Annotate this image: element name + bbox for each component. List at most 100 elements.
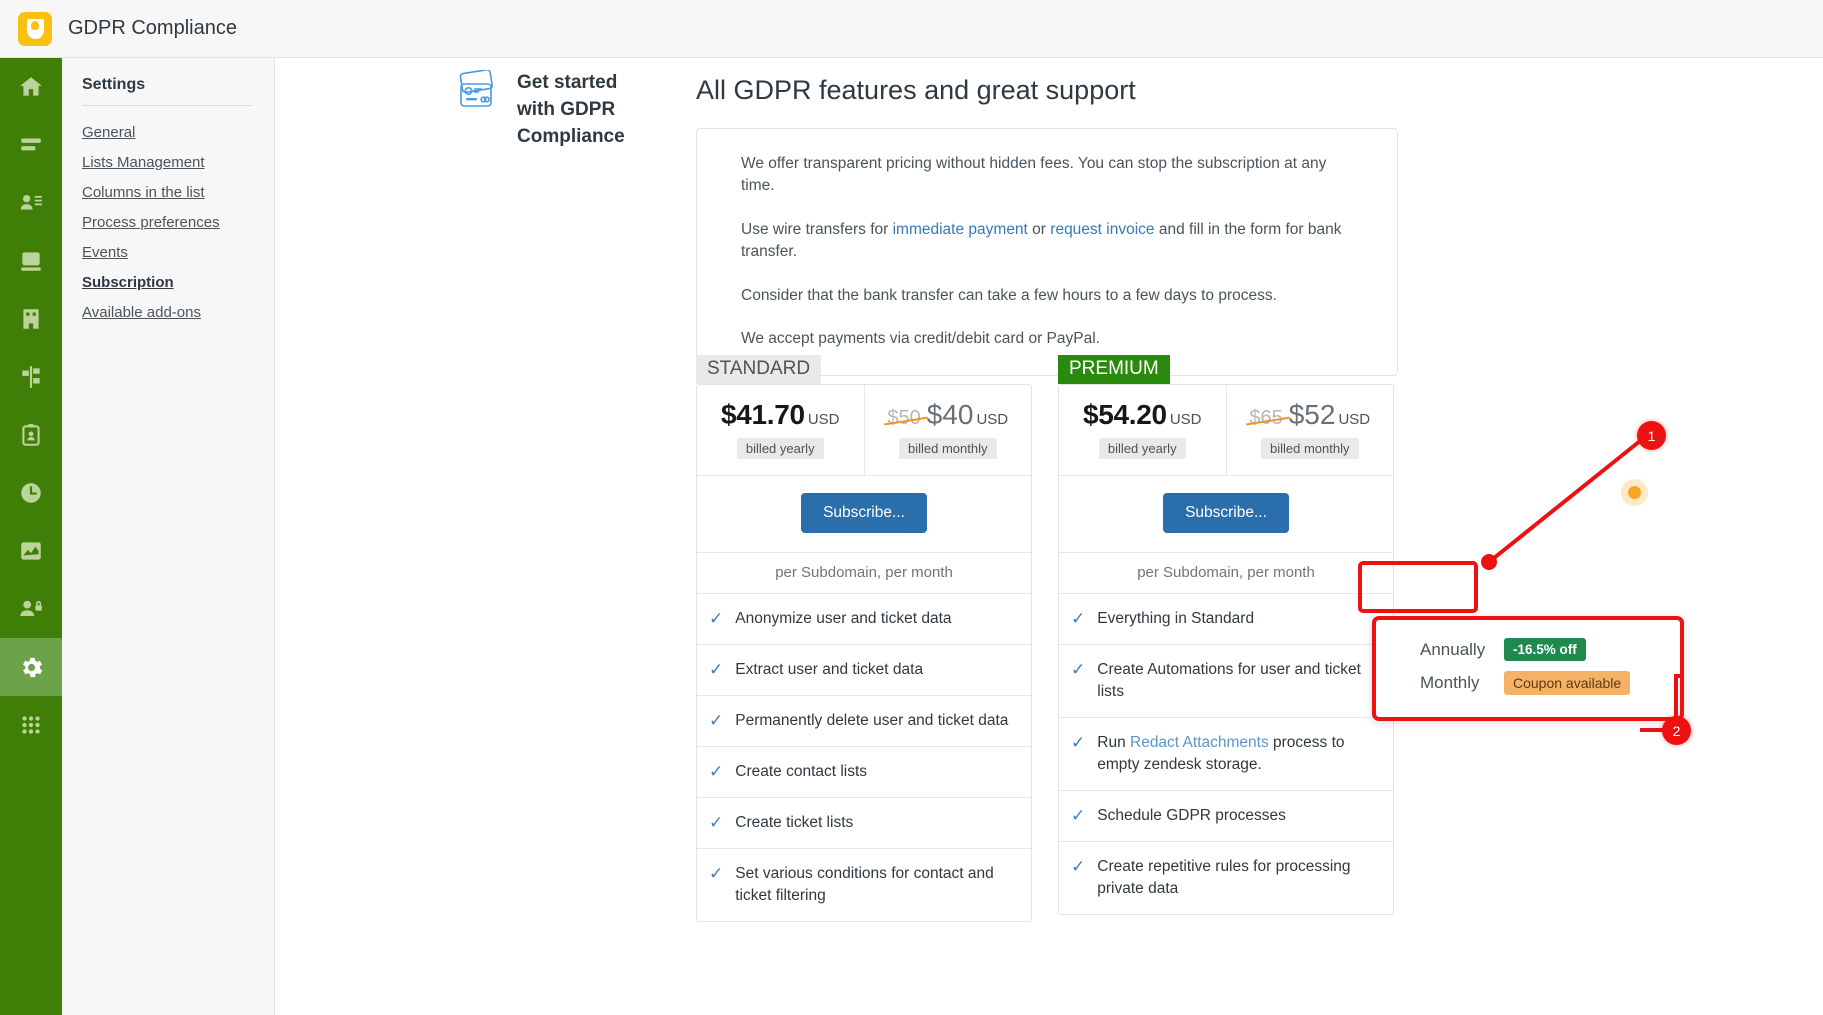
check-icon: ✓ — [709, 609, 724, 629]
clock-icon — [18, 480, 44, 506]
settings-link-subscription[interactable]: Subscription — [82, 274, 174, 291]
plan-premium-feature: ✓ Everything in Standard — [1059, 593, 1393, 644]
plan-standard-subscribe-row: Subscribe... — [697, 475, 1641, 552]
plan-standard-feature: ✓ Extract user and ticket data — [697, 644, 1031, 695]
pricing-info-box: We offer transparent pricing without hid… — [696, 128, 1398, 376]
info-p2-text-b: or — [1027, 220, 1051, 238]
plan-standard-monthly-amount: $40 — [926, 399, 974, 431]
settings-link-columns-in-the-list[interactable]: Columns in the list — [82, 184, 205, 201]
check-icon: ✓ — [1071, 806, 1086, 826]
settings-link-available-add-ons[interactable]: Available add-ons — [82, 304, 201, 321]
list-lines-icon — [18, 132, 44, 158]
plan-standard-feature: ✓ Create contact lists — [697, 746, 1031, 797]
check-icon: ✓ — [709, 711, 724, 731]
check-icon: ✓ — [709, 813, 724, 833]
flow-icon — [18, 364, 44, 390]
home-icon — [18, 74, 44, 100]
plan-premium-feature: ✓ Create Automations for user and ticket … — [1059, 644, 1393, 717]
plan-premium-monthly-amount: $52 — [1288, 399, 1336, 431]
nav-item-home[interactable] — [0, 58, 62, 116]
nav-item-reports[interactable] — [0, 522, 62, 580]
rail-spacer — [0, 754, 62, 1015]
plan-premium-price-row: $54.20 USD billed yearly $65 $52 USD billed… — [1059, 385, 1394, 476]
settings-link-events[interactable]: Events — [82, 244, 128, 261]
plan-premium-yearly-tag: billed yearly — [1098, 438, 1186, 460]
credit-cards-icon — [455, 68, 503, 119]
plan-standard-feature-text: Set various conditions for contact and t… — [735, 865, 994, 905]
plan-premium-feature-text-rich: Run Redact Attachments process to empty … — [1097, 732, 1379, 776]
nav-item-automations[interactable] — [0, 348, 62, 406]
nav-item-schedule[interactable] — [0, 464, 62, 522]
settings-sidebar: Settings General Lists Management Column… — [62, 58, 275, 1015]
info-paragraph-2: Use wire transfers for immediate payment… — [741, 219, 1363, 264]
nav-rail — [0, 58, 62, 1015]
plan-premium-feature: ✓ Create repetitive rules for processing … — [1059, 841, 1393, 914]
plan-premium-monthly-old-amount: $65 — [1249, 407, 1283, 430]
billing-option-annually[interactable]: Annually -16.5% off — [1376, 633, 1680, 666]
plan-standard: STANDARD $41.70 USD billed yearly $50 $40 U… — [696, 355, 1641, 923]
settings-link-process-preferences[interactable]: Process preferences — [82, 214, 220, 231]
annotation-marker-1: 1 — [1637, 421, 1666, 450]
plan-standard-yearly-price-cell: $41.70 USD billed yearly — [697, 385, 865, 476]
nav-item-database[interactable] — [0, 232, 62, 290]
plan-standard-monthly-tag: billed monthly — [899, 438, 997, 460]
settings-panel-title: Settings — [82, 76, 252, 106]
plan-premium-monthly-tag: billed monthly — [1261, 438, 1359, 460]
nav-item-privacy[interactable] — [0, 580, 62, 638]
plan-standard-subscribe-button[interactable]: Subscribe... — [801, 493, 927, 534]
monthly-coupon-badge: Coupon available — [1504, 671, 1631, 695]
plan-standard-feature-text: Extract user and ticket data — [735, 661, 924, 679]
check-icon: ✓ — [709, 762, 724, 782]
annotation-marker-2: 2 — [1662, 716, 1691, 745]
info-paragraph-4: We accept payments via credit/debit card… — [741, 330, 1100, 348]
nav-item-user-lists[interactable] — [0, 174, 62, 232]
plan-premium-subscribe-button[interactable]: Subscribe... — [1163, 493, 1289, 534]
check-icon: ✓ — [1071, 609, 1086, 629]
plan-standard-card: $41.70 USD billed yearly $50 $40 USD billed… — [696, 384, 1641, 923]
plan-premium-card: $54.20 USD billed yearly $65 $52 USD billed… — [1058, 384, 1394, 916]
info-p2-text-a: Use wire transfers for — [741, 220, 893, 238]
plan-premium-feature-text: Schedule GDPR processes — [1097, 807, 1286, 825]
plan-premium-subscribe-row: Subscribe... — [1059, 475, 1393, 552]
plan-standard-badge: STANDARD — [696, 355, 822, 385]
plan-standard-feature-text: Anonymize user and ticket data — [735, 610, 952, 628]
plan-standard-monthly-old-amount: $50 — [887, 407, 921, 430]
plan-standard-per-label: per Subdomain, per month — [697, 552, 1031, 593]
settings-link-general[interactable]: General — [82, 124, 135, 141]
plan-standard-subscribe-pulse-indicator — [1628, 486, 1641, 500]
database-icon — [18, 248, 44, 274]
nav-item-lists[interactable] — [0, 116, 62, 174]
settings-link-lists-management[interactable]: Lists Management — [82, 154, 205, 171]
plan-standard-feature: ✓ Anonymize user and ticket data — [697, 593, 1031, 644]
get-started-block[interactable]: Get started with GDPR Compliance — [455, 68, 670, 151]
plan-standard-yearly-currency: USD — [807, 411, 840, 429]
billing-option-monthly[interactable]: Monthly Coupon available — [1376, 666, 1680, 700]
plan-standard-feature-text: Permanently delete user and ticket data — [735, 712, 1009, 730]
plan-premium-yearly-price-cell: $54.20 USD billed yearly — [1059, 385, 1227, 476]
billing-period-dropdown-menu[interactable]: Annually -16.5% off Monthly Coupon avail… — [1372, 616, 1684, 721]
app-header: GDPR Compliance — [0, 0, 1823, 58]
plan-premium-feature-text: Create repetitive rules for processing p… — [1097, 858, 1351, 898]
user-lock-icon — [18, 596, 44, 622]
nav-item-apps[interactable] — [0, 696, 62, 754]
check-icon: ✓ — [1071, 660, 1086, 680]
nav-item-requests[interactable] — [0, 406, 62, 464]
plan-premium-monthly-price-cell: $65 $52 USD billed monthly — [1227, 385, 1394, 475]
request-invoice-link[interactable]: request invoice — [1050, 221, 1154, 238]
gear-icon — [18, 654, 45, 681]
info-paragraph-3: Consider that the bank transfer can take… — [741, 286, 1277, 304]
immediate-payment-link[interactable]: immediate payment — [893, 221, 1028, 238]
billing-option-annually-label: Annually — [1420, 639, 1486, 659]
plan-standard-feature: ✓ Set various conditions for contact and … — [697, 848, 1031, 921]
redact-attachments-link[interactable]: Redact Attachments — [1130, 734, 1269, 751]
app-title: GDPR Compliance — [68, 17, 237, 39]
plan-premium-yearly-currency: USD — [1169, 411, 1202, 429]
chart-image-icon — [18, 538, 44, 564]
get-started-label: Get started with GDPR Compliance — [517, 72, 625, 147]
nav-item-settings[interactable] — [0, 638, 62, 696]
app-logo-icon — [18, 11, 52, 46]
nav-item-organizations[interactable] — [0, 290, 62, 348]
plan-standard-monthly-price-cell: $50 $40 USD billed monthly — [865, 385, 1032, 475]
check-icon: ✓ — [1071, 733, 1086, 753]
annually-discount-badge: -16.5% off — [1504, 638, 1586, 661]
